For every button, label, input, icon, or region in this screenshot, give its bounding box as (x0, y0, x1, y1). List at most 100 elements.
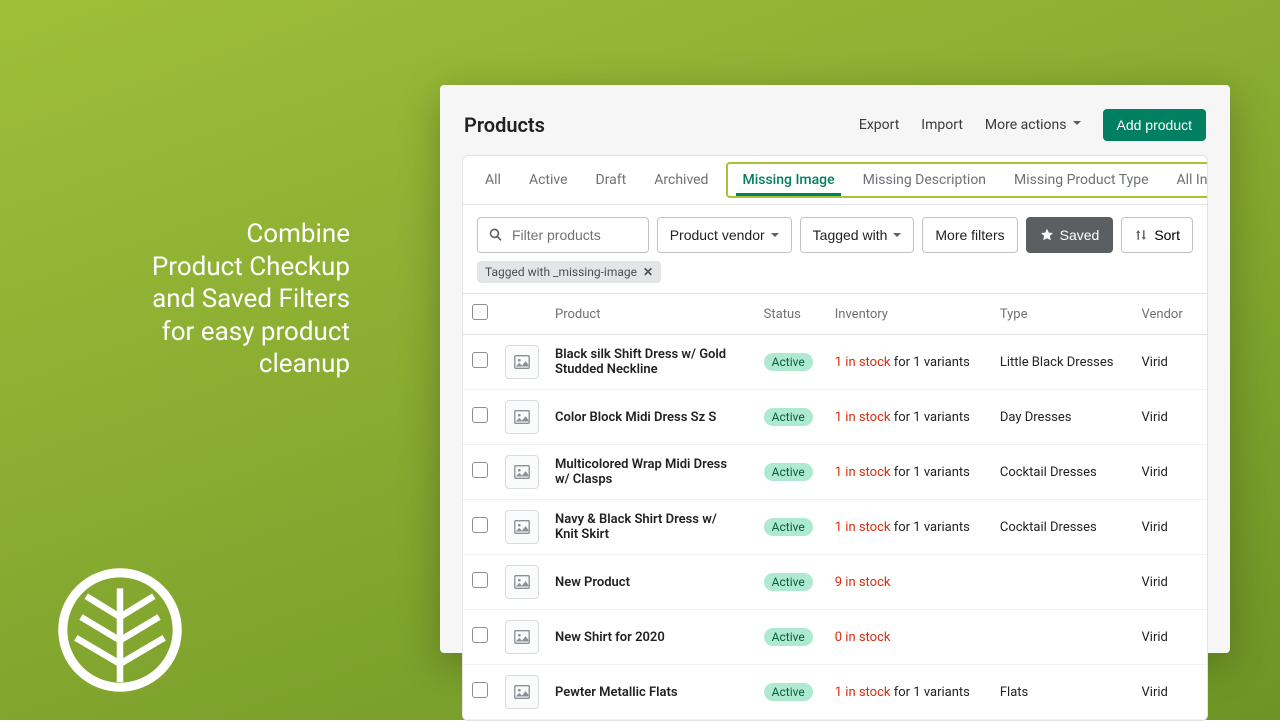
row-checkbox[interactable] (472, 462, 488, 478)
status-badge: Active (764, 408, 813, 426)
product-name: New Product (555, 575, 730, 590)
table-row[interactable]: New Product Active 9 in stock Virid (463, 555, 1207, 610)
export-link[interactable]: Export (859, 117, 899, 133)
table-row[interactable]: New Shirt for 2020Active0 in stockVirid (463, 610, 1207, 665)
add-product-button[interactable]: Add product (1103, 109, 1207, 141)
products-panel: Products Export Import More actions Add … (440, 85, 1230, 653)
inventory-cell: 1 in stock for 1 variants (827, 445, 992, 500)
tab-all-incomplete[interactable]: All Incomplete Products (1163, 164, 1208, 196)
filter-label: Product vendor (670, 227, 765, 243)
row-checkbox[interactable] (472, 682, 488, 698)
inventory-cell: 1 in stock for 1 variants (827, 500, 992, 555)
status-badge: Active (764, 353, 813, 371)
promo-line: for easy product (162, 317, 350, 347)
search-field[interactable] (477, 217, 649, 253)
sort-button[interactable]: Sort (1121, 217, 1193, 253)
row-checkbox[interactable] (472, 407, 488, 423)
type-cell (992, 555, 1134, 610)
row-checkbox[interactable] (472, 352, 488, 368)
promo-copy: Combine Product Checkup and Saved Filter… (40, 218, 350, 381)
vendor-cell: Virid (1134, 335, 1208, 390)
filter-label: Tagged with (813, 227, 888, 243)
product-name: Color Block Midi Dress Sz S (555, 410, 730, 425)
type-cell: Day Dresses (992, 390, 1134, 445)
more-filters-button[interactable]: More filters (922, 217, 1017, 253)
col-status: Status (756, 294, 827, 335)
search-icon (488, 227, 504, 243)
more-actions-dropdown[interactable]: More actions (985, 117, 1081, 133)
inventory-cell: 9 in stock (827, 555, 992, 610)
tab-all[interactable]: All (471, 158, 515, 202)
type-cell: Cocktail Dresses (992, 445, 1134, 500)
image-placeholder-icon (505, 455, 539, 489)
table-row[interactable]: Navy & Black Shirt Dress w/ Knit Skirt Ac… (463, 500, 1207, 555)
promo-line: Product Checkup (152, 252, 350, 282)
tab-missing-product-type[interactable]: Missing Product Type (1000, 164, 1162, 196)
image-placeholder-icon (505, 565, 539, 599)
brand-logo-icon (55, 565, 185, 695)
vendor-cell: Virid (1134, 390, 1208, 445)
row-checkbox[interactable] (472, 572, 488, 588)
page-title: Products (464, 113, 837, 137)
status-badge: Active (764, 573, 813, 591)
search-input[interactable] (512, 227, 638, 243)
tab-bar: All Active Draft Archived Missing Image … (463, 156, 1207, 205)
filter-tag[interactable]: Tagged with _missing-image ✕ (477, 261, 661, 283)
status-badge: Active (764, 518, 813, 536)
custom-tabs-highlight: Missing Image Missing Description Missin… (726, 162, 1208, 198)
inventory-cell: 0 in stock (827, 610, 992, 665)
col-type: Type (992, 294, 1134, 335)
filter-tag-label: Tagged with _missing-image (485, 265, 637, 279)
import-link[interactable]: Import (921, 117, 963, 133)
star-icon (1040, 228, 1054, 242)
vendor-cell: Virid (1134, 610, 1208, 665)
col-product: Product (547, 294, 756, 335)
sort-label: Sort (1154, 227, 1180, 243)
table-row[interactable]: Black silk Shift Dress w/ Gold Studded N… (463, 335, 1207, 390)
product-vendor-filter[interactable]: Product vendor (657, 217, 792, 253)
tab-missing-image[interactable]: Missing Image (728, 164, 848, 196)
saved-label: Saved (1060, 227, 1100, 243)
type-cell: Little Black Dresses (992, 335, 1134, 390)
select-all-checkbox[interactable] (472, 304, 488, 320)
tab-missing-description[interactable]: Missing Description (849, 164, 1000, 196)
vendor-cell: Virid (1134, 665, 1208, 720)
image-placeholder-icon (505, 675, 539, 709)
product-name: New Shirt for 2020 (555, 630, 730, 645)
product-name: Black silk Shift Dress w/ Gold Studded N… (555, 347, 730, 377)
status-badge: Active (764, 463, 813, 481)
vendor-cell: Virid (1134, 555, 1208, 610)
filter-toolbar: Product vendor Tagged with More filters … (463, 205, 1207, 261)
image-placeholder-icon (505, 400, 539, 434)
image-placeholder-icon (505, 620, 539, 654)
table-row[interactable]: Pewter Metallic Flats Active 1 in stock fo… (463, 665, 1207, 720)
saved-button[interactable]: Saved (1026, 217, 1114, 253)
promo-line: Combine (246, 219, 350, 249)
status-badge: Active (764, 683, 813, 701)
col-vendor: Vendor (1134, 294, 1208, 335)
row-checkbox[interactable] (472, 627, 488, 643)
product-name: Navy & Black Shirt Dress w/ Knit Skirt (555, 512, 730, 542)
active-filter-tags: Tagged with _missing-image ✕ (463, 261, 1207, 293)
page-header: Products Export Import More actions Add … (440, 85, 1230, 155)
row-checkbox[interactable] (472, 517, 488, 533)
promo-line: cleanup (259, 349, 350, 379)
type-cell: Flats (992, 665, 1134, 720)
tagged-with-filter[interactable]: Tagged with (800, 217, 915, 253)
tab-draft[interactable]: Draft (582, 158, 641, 202)
tab-archived[interactable]: Archived (640, 158, 722, 202)
inventory-cell: 1 in stock for 1 variants (827, 335, 992, 390)
image-placeholder-icon (505, 345, 539, 379)
tab-active[interactable]: Active (515, 158, 582, 202)
image-placeholder-icon (505, 510, 539, 544)
col-inventory: Inventory (827, 294, 992, 335)
product-name: Pewter Metallic Flats (555, 685, 730, 700)
type-cell (992, 610, 1134, 665)
close-icon[interactable]: ✕ (643, 265, 653, 279)
product-name: Multicolored Wrap Midi Dress w/ Clasps (555, 457, 730, 487)
products-table: Product Status Inventory Type Vendor Bla… (463, 293, 1207, 720)
table-row[interactable]: Multicolored Wrap Midi Dress w/ Clasps Ac… (463, 445, 1207, 500)
table-row[interactable]: Color Block Midi Dress Sz SActive1 in st… (463, 390, 1207, 445)
chevron-down-icon (893, 233, 901, 241)
inventory-cell: 1 in stock for 1 variants (827, 665, 992, 720)
